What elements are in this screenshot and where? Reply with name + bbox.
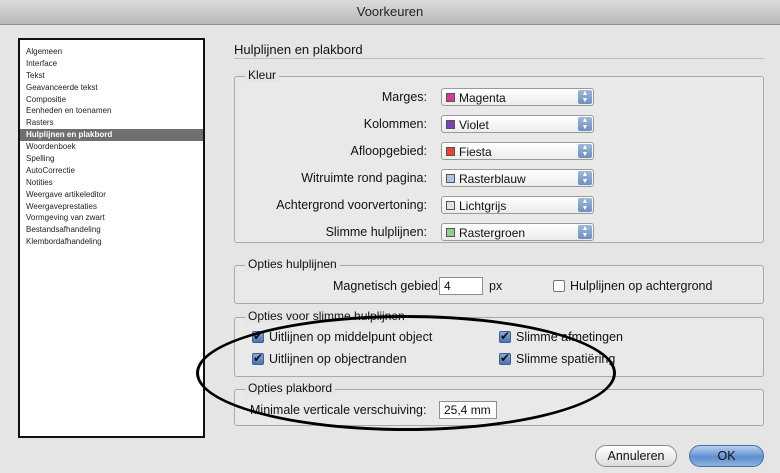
witruimte-select[interactable]: Rasterblauw ▲ ▼ bbox=[441, 169, 594, 187]
slimme-value: Rastergroen bbox=[459, 226, 526, 240]
achtergrond-label: Achtergrond voorvertoning: bbox=[276, 198, 427, 212]
witruimte-value: Rasterblauw bbox=[459, 172, 526, 186]
opties-hulplijnen-legend: Opties hulplijnen bbox=[245, 257, 340, 271]
witruimte-row: Witruimte rond pagina: Rasterblauw ▲ ▼ bbox=[235, 168, 763, 190]
afmetingen-label: Slimme afmetingen bbox=[516, 330, 623, 344]
slimme-hulplijnen-group: Opties voor slimme hulplijnen Uitlijnen … bbox=[234, 309, 764, 377]
updown-arrows-icon: ▲ ▼ bbox=[578, 198, 592, 212]
afmetingen-checkbox[interactable] bbox=[499, 329, 511, 343]
category-item[interactable]: Weergave artikeleditor bbox=[20, 189, 203, 201]
window-title: Voorkeuren bbox=[356, 4, 424, 19]
category-item[interactable]: Weergaveprestaties bbox=[20, 201, 203, 213]
kolommen-row: Kolommen: Violet ▲ ▼ bbox=[235, 114, 763, 136]
category-item[interactable]: Spelling bbox=[20, 153, 203, 165]
category-item[interactable]: Rasters bbox=[20, 117, 203, 129]
category-item[interactable]: Eenheden en toenamen bbox=[20, 105, 203, 117]
updown-arrows-icon: ▲ ▼ bbox=[578, 144, 592, 158]
category-list[interactable]: Algemeen Interface Tekst Geavanceerde te… bbox=[18, 38, 205, 438]
opties-hulplijnen-group: Opties hulplijnen Magnetisch gebied: 4 p… bbox=[234, 257, 764, 304]
spatiering-label: Slimme spatiëring bbox=[516, 352, 616, 366]
marges-label: Marges: bbox=[381, 90, 427, 104]
color-swatch-icon bbox=[446, 93, 455, 102]
marges-row: Marges: Magenta ▲ ▼ bbox=[235, 87, 763, 109]
afloopgebied-row: Afloopgebied: Fiesta ▲ ▼ bbox=[235, 141, 763, 163]
marges-select[interactable]: Magenta ▲ ▼ bbox=[441, 88, 594, 106]
category-item[interactable]: Interface bbox=[20, 58, 203, 70]
marges-value: Magenta bbox=[459, 91, 506, 105]
category-item[interactable]: Notities bbox=[20, 177, 203, 189]
category-item[interactable]: Compositie bbox=[20, 94, 203, 106]
plakbord-legend: Opties plakbord bbox=[245, 381, 336, 395]
color-swatch-icon bbox=[446, 174, 455, 183]
middelpunt-label: Uitlijnen op middelpunt object bbox=[269, 330, 433, 344]
section-divider bbox=[234, 58, 764, 59]
achtergrond-value: Lichtgrijs bbox=[459, 199, 507, 213]
window-title-bar: Voorkeuren bbox=[0, 0, 780, 25]
plakbord-group: Opties plakbord Minimale verticale versc… bbox=[234, 381, 764, 426]
category-item[interactable]: Algemeen bbox=[20, 46, 203, 58]
verschuiving-input[interactable]: 25,4 mm bbox=[439, 401, 497, 419]
color-swatch-icon bbox=[446, 201, 455, 210]
updown-arrows-icon: ▲ ▼ bbox=[578, 117, 592, 131]
category-item[interactable]: Vormgeving van zwart bbox=[20, 212, 203, 224]
preferences-window: Algemeen Interface Tekst Geavanceerde te… bbox=[0, 25, 780, 473]
section-title: Hulplijnen en plakbord bbox=[234, 42, 363, 57]
slimme-select[interactable]: Rastergroen ▲ ▼ bbox=[441, 223, 594, 241]
afloopgebied-label: Afloopgebied: bbox=[350, 144, 427, 158]
category-item[interactable]: Bestandsafhandeling bbox=[20, 224, 203, 236]
color-swatch-icon bbox=[446, 120, 455, 129]
category-item[interactable]: Geavanceerde tekst bbox=[20, 82, 203, 94]
ok-button[interactable]: OK bbox=[689, 445, 764, 467]
magnetisch-unit: px bbox=[489, 279, 503, 293]
category-item[interactable]: Klembordafhandeling bbox=[20, 236, 203, 248]
afloopgebied-select[interactable]: Fiesta ▲ ▼ bbox=[441, 142, 594, 160]
achtergrond-checkbox-label: Hulplijnen op achtergrond bbox=[570, 279, 713, 293]
color-swatch-icon bbox=[446, 228, 455, 237]
updown-arrows-icon: ▲ ▼ bbox=[578, 171, 592, 185]
category-item-selected[interactable]: Hulplijnen en plakbord bbox=[20, 129, 203, 142]
slimme-label: Slimme hulplijnen: bbox=[325, 225, 427, 239]
kleur-group: Kleur Marges: Magenta ▲ ▼ Kolommen: Viole… bbox=[234, 68, 764, 244]
witruimte-label: Witruimte rond pagina: bbox=[301, 171, 427, 185]
updown-arrows-icon: ▲ ▼ bbox=[578, 225, 592, 239]
objectranden-checkbox[interactable] bbox=[252, 351, 264, 365]
middelpunt-checkbox[interactable] bbox=[252, 329, 264, 343]
category-item[interactable]: AutoCorrectie bbox=[20, 165, 203, 177]
magnetisch-input[interactable]: 4 bbox=[439, 277, 483, 295]
category-item[interactable]: Tekst bbox=[20, 70, 203, 82]
achtergrond-row: Achtergrond voorvertoning: Lichtgrijs ▲ ▼ bbox=[235, 195, 763, 217]
cancel-button[interactable]: Annuleren bbox=[595, 445, 677, 467]
kolommen-label: Kolommen: bbox=[363, 117, 427, 131]
color-swatch-icon bbox=[446, 147, 455, 156]
objectranden-label: Uitlijnen op objectranden bbox=[269, 352, 407, 366]
slimme-row: Slimme hulplijnen: Rastergroen ▲ ▼ bbox=[235, 222, 763, 244]
slimme-hulplijnen-legend: Opties voor slimme hulplijnen bbox=[245, 309, 408, 323]
kolommen-value: Violet bbox=[459, 118, 489, 132]
spatiering-checkbox[interactable] bbox=[499, 351, 511, 365]
verschuiving-label: Minimale verticale verschuiving: bbox=[250, 403, 427, 417]
updown-arrows-icon: ▲ ▼ bbox=[578, 90, 592, 104]
magnetisch-label: Magnetisch gebied: bbox=[333, 279, 442, 293]
kleur-legend: Kleur bbox=[245, 68, 280, 82]
achtergrond-checkbox[interactable] bbox=[553, 280, 565, 292]
achtergrond-select[interactable]: Lichtgrijs ▲ ▼ bbox=[441, 196, 594, 214]
kolommen-select[interactable]: Violet ▲ ▼ bbox=[441, 115, 594, 133]
category-item[interactable]: Woordenboek bbox=[20, 141, 203, 153]
afloopgebied-value: Fiesta bbox=[459, 145, 492, 159]
